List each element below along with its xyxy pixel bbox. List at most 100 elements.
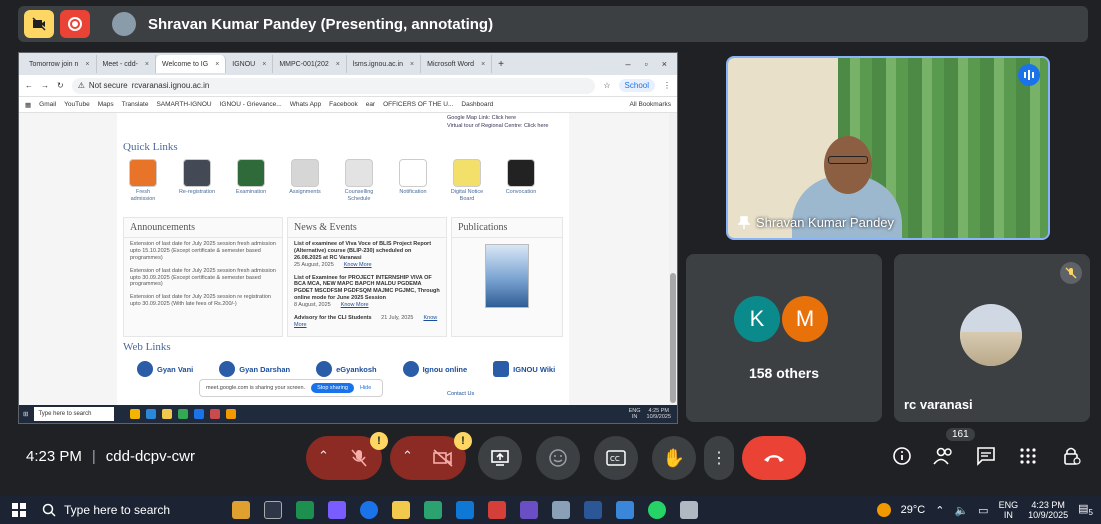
news-item[interactable]: List of Examinee for PROJECT INTERNSHIP … [288,272,446,312]
news-item[interactable]: List of examinee of Viva Voce of BLIS Pr… [288,238,446,272]
close-icon[interactable]: × [262,61,266,68]
taskbar-search[interactable]: Type here to search [42,499,202,521]
leave-call-button[interactable] [742,436,806,480]
close-icon[interactable]: × [145,61,149,68]
meeting-details-button[interactable] [890,444,914,468]
close-icon[interactable]: × [85,61,89,68]
app-icon[interactable] [680,501,698,519]
file-explorer-icon[interactable] [392,501,410,519]
excel-icon[interactable] [296,501,314,519]
app-icon[interactable] [552,501,570,519]
more-options-button[interactable]: ⋮ [704,436,734,480]
close-icon[interactable]: × [481,61,485,68]
recording-button[interactable] [60,10,90,38]
browser-tab[interactable]: MMPC-001(202 × [273,55,347,73]
close-icon[interactable]: × [336,61,340,68]
close-icon[interactable]: × [215,61,219,68]
people-button[interactable] [932,444,956,468]
quick-link-item[interactable]: Fresh admission [123,159,163,202]
url-field[interactable]: ⚠ Not secure rcvaranasi.ignou.ac.in [71,77,596,94]
quick-link-item[interactable]: Notification [393,159,433,202]
whatsapp-icon[interactable] [648,501,666,519]
web-link-egyankosh[interactable]: eGyankosh [316,361,377,377]
browser-tab[interactable]: Meet - cdd- × [97,55,157,73]
web-link-ignou-online[interactable]: Ignou online [402,361,467,377]
chat-button[interactable] [974,444,998,468]
app-icon[interactable] [146,409,157,419]
windows-start-icon[interactable]: ⊞ [23,410,28,418]
profile-button[interactable]: School [618,79,655,92]
web-link-gyan-vani[interactable]: Gyan Vani [137,361,193,377]
app-icon[interactable] [194,409,205,419]
activities-button[interactable] [1016,444,1040,468]
bookmark-item[interactable]: Whats App [290,101,321,108]
browser-tab[interactable]: lsms.ignou.ac.in × [347,55,422,73]
all-bookmarks-button[interactable]: All Bookmarks [629,101,671,108]
notifications-icon[interactable]: ▤5 [1078,502,1093,517]
rc-varanasi-tile[interactable]: rc varanasi [894,254,1090,422]
photos-icon[interactable] [616,501,634,519]
shared-taskbar-search[interactable]: Type here to search [34,407,115,421]
contact-us-link[interactable]: Contact Us [447,391,474,397]
quick-link-item[interactable]: Digital Notice Board [447,159,487,202]
close-window-icon[interactable]: × [662,59,667,69]
captions-button[interactable]: CC [594,436,638,480]
bookmark-item[interactable]: ear [366,101,375,108]
bookmark-item[interactable]: Dashboard [461,101,493,108]
app-icon[interactable] [178,409,189,419]
browser-tab[interactable]: Tomorrow join n × [23,55,97,73]
stop-sharing-button[interactable]: Stop sharing [311,383,354,393]
others-tile[interactable]: K M 158 others [686,254,882,422]
app-icon[interactable] [520,501,538,519]
bookmark-item[interactable]: SAMARTH-IGNOU [156,101,211,108]
know-more-link[interactable]: Know More [341,302,369,308]
scrollbar-thumb[interactable] [670,273,676,403]
announcement-item[interactable]: Extension of last date for July 2025 ses… [124,291,282,311]
web-link-ignou-wiki[interactable]: IGNOU Wiki [493,361,555,377]
forward-icon[interactable]: → [41,81,49,90]
publication-cover-image[interactable] [485,244,529,308]
bookmark-item[interactable]: Facebook [329,101,358,108]
chevron-up-icon[interactable]: ⌃ [935,504,944,517]
raise-hand-button[interactable]: ✋ [652,436,696,480]
browser-tab[interactable]: Microsoft Word × [421,55,493,73]
network-icon[interactable]: ▭ [978,504,988,517]
weather-icon[interactable] [876,503,891,517]
menu-icon[interactable]: ⋮ [663,81,671,90]
minimize-icon[interactable]: – [626,59,631,69]
app-icon[interactable] [226,409,237,419]
calculator-icon[interactable] [424,501,442,519]
bookmark-item[interactable]: YouTube [64,101,90,108]
camera-control[interactable]: ⌃ ! [390,432,472,480]
chevron-up-icon[interactable]: ⌃ [318,448,329,464]
outlook-icon[interactable] [456,501,474,519]
windows-start-icon[interactable] [12,503,26,517]
reactions-button[interactable] [536,436,580,480]
news-item[interactable]: Advisory for the CLI Students 21 July, 2… [288,312,446,332]
presenter-video-tile[interactable]: Shravan Kumar Pandey [726,56,1050,240]
host-controls-button[interactable] [1060,444,1084,468]
page-scrollbar[interactable] [669,113,677,406]
task-view-icon[interactable] [264,501,282,519]
microphone-control[interactable]: ⌃ ! [306,432,388,480]
announcement-item[interactable]: Extension of last date for July 2025 ses… [124,265,282,292]
quick-link-item[interactable]: Examination [231,159,271,202]
volume-icon[interactable]: 🔈 [954,504,968,517]
contact-link[interactable]: Google Map Link: Click here [447,115,516,121]
quick-link-item[interactable]: Assignments [285,159,325,202]
quick-link-item[interactable]: Convocation [501,159,541,202]
bookmark-item[interactable]: Maps [98,101,114,108]
bookmark-item[interactable]: Translate [122,101,149,108]
back-icon[interactable]: ← [25,81,33,90]
star-icon[interactable]: ☆ [603,81,610,90]
hide-notice-button[interactable]: Hide [360,385,371,391]
apps-icon[interactable]: ▦ [25,101,31,109]
web-link-gyan-darshan[interactable]: Gyan Darshan [219,361,290,377]
app-icon[interactable] [210,409,221,419]
bookmark-item[interactable]: Gmail [39,101,56,108]
announcement-item[interactable]: Extension of last date for July 2025 ses… [124,238,282,265]
close-icon[interactable]: × [410,61,414,68]
app-icon[interactable] [162,409,173,419]
reload-icon[interactable]: ↻ [57,81,64,90]
app-icon[interactable] [130,409,141,419]
